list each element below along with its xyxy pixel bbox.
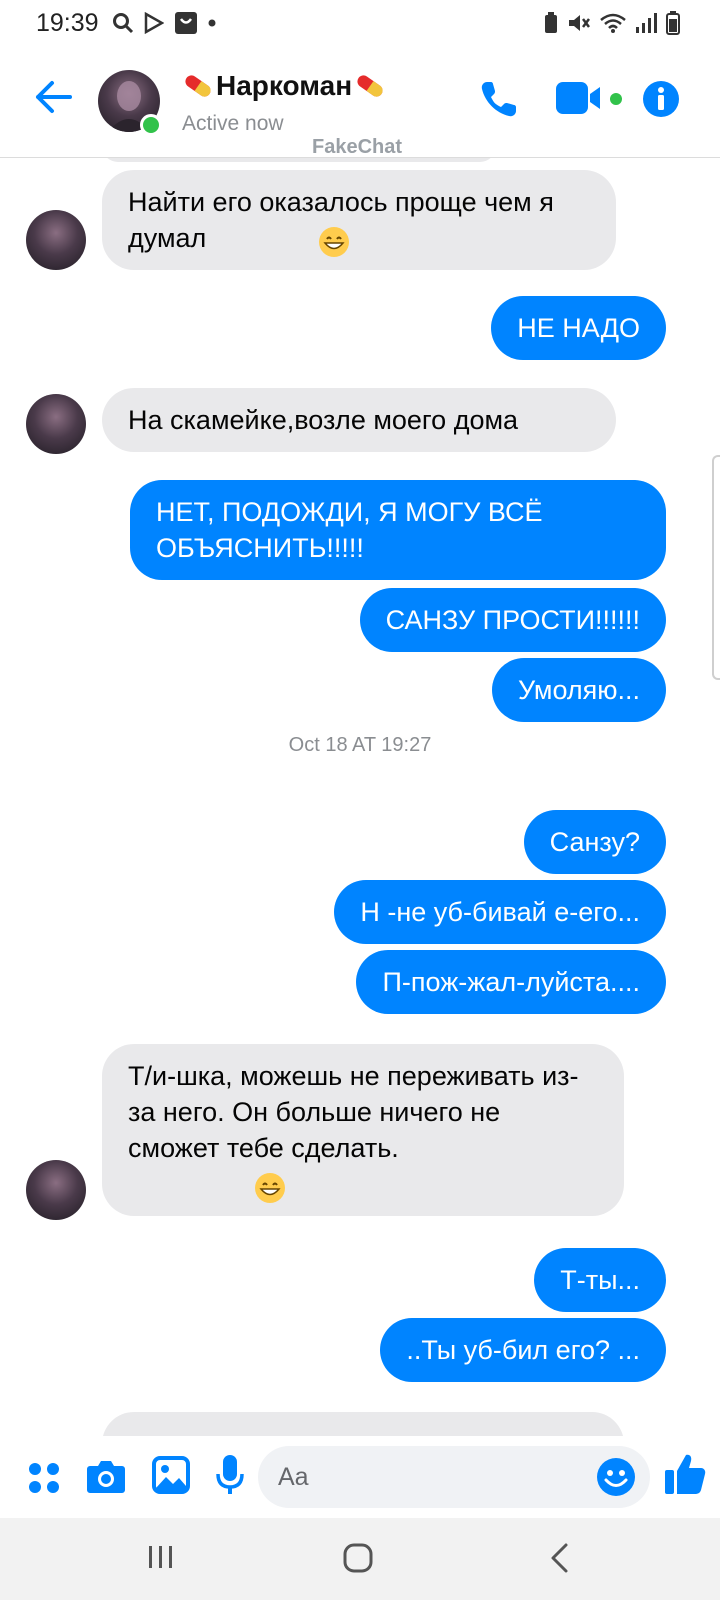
message-outgoing[interactable]: ..Ты уб-бил его? ...	[380, 1318, 666, 1382]
gallery-icon[interactable]	[152, 1456, 190, 1494]
pill-emoji-icon	[357, 75, 383, 97]
home-icon[interactable]	[342, 1542, 374, 1574]
sender-avatar[interactable]	[26, 394, 86, 454]
video-camera-icon[interactable]	[556, 82, 606, 114]
message-text: НЕ НАДО	[517, 313, 640, 343]
mute-icon	[569, 15, 590, 31]
message-list[interactable]: Найти его оказалось проще чем я думал НЕ…	[0, 158, 720, 1436]
emoji-icon[interactable]	[596, 1457, 636, 1497]
message-input[interactable]	[278, 1460, 578, 1494]
contact-status: Active now	[182, 112, 284, 135]
message-text: САНЗУ ПРОСТИ!!!!!!	[385, 605, 640, 635]
system-nav-bar	[0, 1518, 720, 1600]
status-bar: 19:39	[0, 0, 720, 44]
chat-header: Наркоман Active now FakeChat	[0, 44, 720, 158]
phone-icon[interactable]	[478, 78, 520, 120]
message-timestamp: Oct 18 AT 19:27	[288, 734, 432, 756]
message-text: НЕТ, ПОДОЖДИ, Я МОГУ ВСЁ ОБЪЯСНИТЬ!!!!!	[156, 497, 543, 563]
search-icon	[113, 13, 134, 34]
message-text: Т-ты...	[560, 1265, 640, 1295]
message-text: Санзу?	[549, 827, 640, 857]
message-text: Н -не уб-бивай е-его...	[360, 897, 640, 927]
menu-dots-icon[interactable]	[26, 1460, 62, 1496]
message-text: На скамейке,возле моего дома	[128, 405, 519, 435]
sender-avatar[interactable]	[26, 210, 86, 270]
grin-emoji-icon	[319, 227, 349, 257]
message-input-container[interactable]	[258, 1446, 650, 1508]
video-active-dot	[610, 93, 622, 105]
message-incoming-partial[interactable]	[102, 1412, 624, 1436]
message-text: Т/и-шка, можешь не переживать из-за него…	[128, 1061, 579, 1163]
message-outgoing[interactable]: П-пож-жал-луйста....	[356, 950, 666, 1014]
message-incoming[interactable]: Найти его оказалось проще чем я думал	[102, 170, 616, 270]
back-arrow-icon[interactable]	[34, 80, 72, 114]
play-store-icon	[144, 12, 164, 34]
message-incoming[interactable]: Т/и-шка, можешь не переживать из-за него…	[102, 1044, 624, 1216]
status-time: 19:39	[36, 9, 99, 37]
contact-name[interactable]: Наркоман	[182, 70, 386, 102]
grin-emoji-icon	[255, 1173, 285, 1203]
message-text: П-пож-жал-луйста....	[382, 967, 640, 997]
message-outgoing[interactable]: Н -не уб-бивай е-его...	[334, 880, 666, 944]
online-indicator	[140, 114, 162, 136]
info-icon[interactable]	[642, 80, 680, 118]
scrollbar[interactable]	[712, 455, 720, 680]
message-text: ..Ты уб-бил его? ...	[406, 1335, 640, 1365]
back-nav-icon[interactable]	[548, 1542, 572, 1574]
shopping-bag-icon	[175, 12, 197, 34]
microphone-icon[interactable]	[216, 1454, 244, 1496]
thumbs-up-icon[interactable]	[664, 1452, 706, 1496]
camera-icon[interactable]	[86, 1458, 126, 1494]
message-outgoing[interactable]: Т-ты...	[534, 1248, 666, 1312]
message-text: Умоляю...	[517, 675, 640, 705]
message-incoming[interactable]: На скамейке,возле моего дома	[102, 388, 616, 452]
contact-name-text: Наркоман	[216, 70, 353, 101]
message-outgoing[interactable]: НЕ НАДО	[491, 296, 666, 360]
battery-icon	[666, 11, 680, 35]
composer-bar	[0, 1436, 720, 1518]
wifi-icon	[600, 13, 626, 33]
notification-dot-icon	[208, 19, 216, 27]
signal-icon	[636, 13, 657, 33]
status-left-icons	[112, 10, 216, 36]
sender-avatar[interactable]	[26, 1160, 86, 1220]
message-outgoing[interactable]: НЕТ, ПОДОЖДИ, Я МОГУ ВСЁ ОБЪЯСНИТЬ!!!!!	[130, 480, 666, 580]
pill-emoji-icon	[185, 75, 211, 97]
message-outgoing[interactable]: САНЗУ ПРОСТИ!!!!!!	[359, 588, 666, 652]
status-right-icons	[544, 10, 680, 36]
battery-saver-icon	[545, 12, 557, 33]
message-outgoing[interactable]: Санзу?	[523, 810, 666, 874]
watermark: FakeChat	[312, 136, 403, 158]
message-bubble-partial	[102, 158, 496, 162]
recents-icon[interactable]	[146, 1542, 176, 1572]
message-outgoing[interactable]: Умоляю...	[491, 658, 666, 722]
